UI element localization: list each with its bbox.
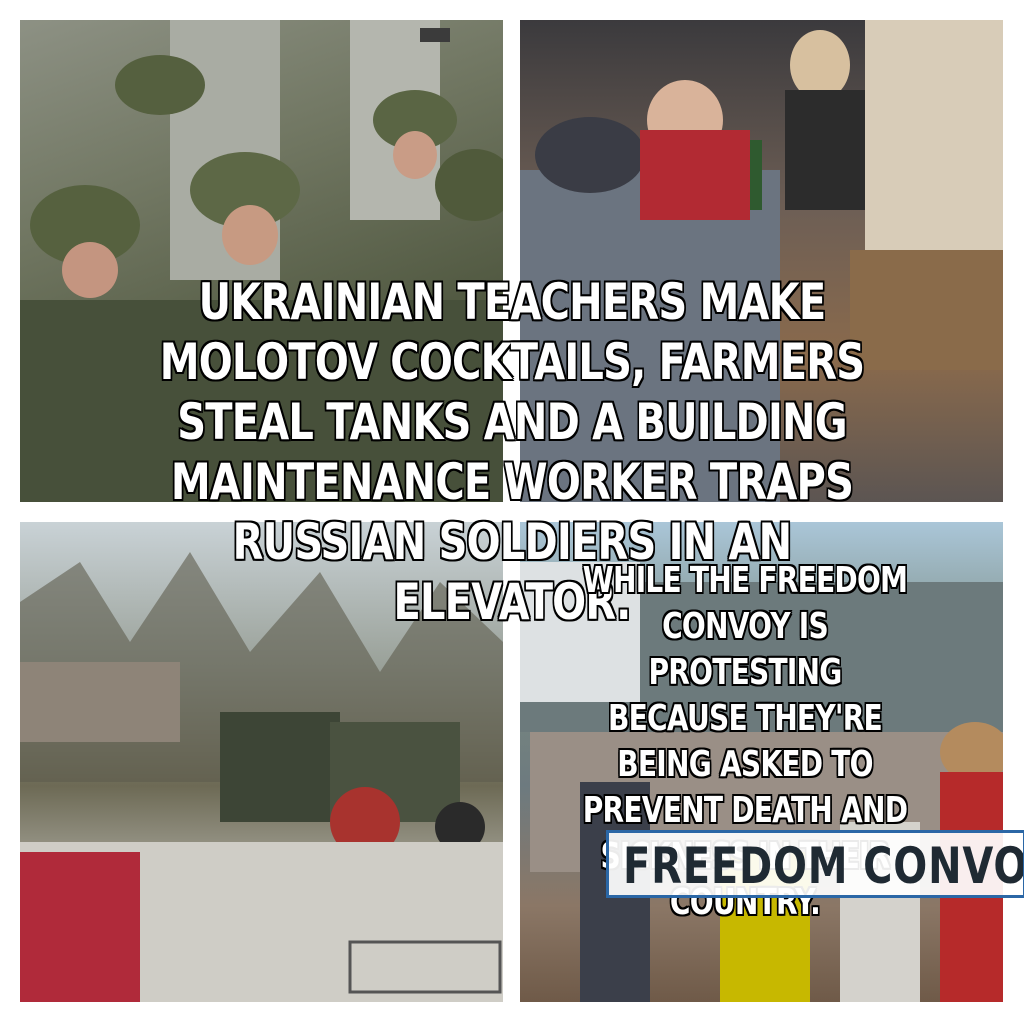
banner-text: FREEDOM CONVOY [623,837,1024,895]
freedom-convoy-banner: FREEDOM CONVOY [606,830,1024,898]
